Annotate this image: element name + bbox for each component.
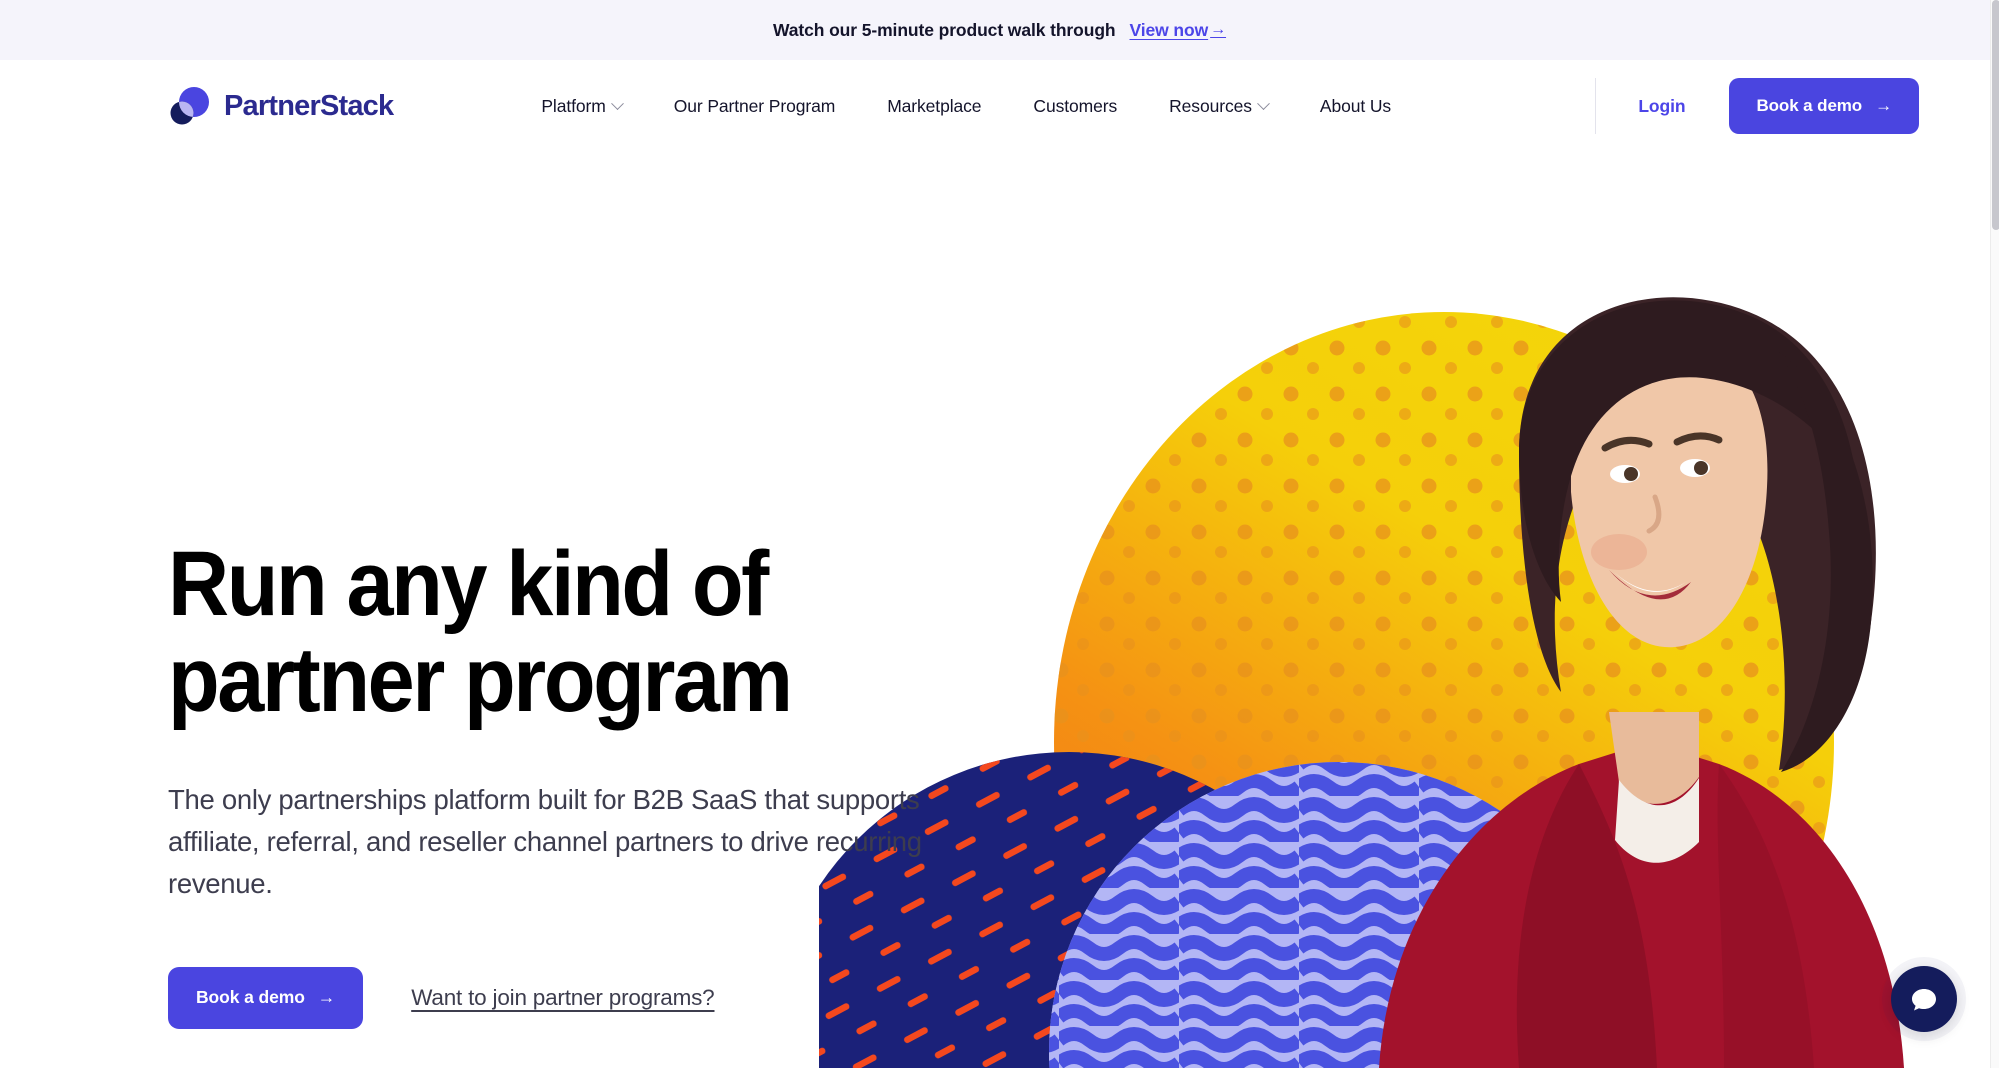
announcement-link-label: View now [1129, 19, 1209, 40]
header-book-a-demo-label: Book a demo [1756, 96, 1863, 115]
hero-title: Run any kind of partner program [168, 536, 932, 731]
chat-bubble-icon [1912, 989, 1936, 1011]
arrow-right-icon: → [1210, 21, 1227, 38]
hero-title-line-2: partner program [168, 628, 793, 731]
scrollbar-track[interactable] [1990, 0, 1999, 1068]
brand-wordmark: PartnerStack [224, 89, 394, 122]
nav-item-our-partner-program[interactable]: Our Partner Program [648, 96, 862, 117]
chat-widget-button[interactable] [1891, 966, 1957, 1032]
join-partner-programs-link[interactable]: Want to join partner programs? [411, 985, 715, 1011]
hero-section: Run any kind of partner program The only… [0, 152, 1999, 1068]
nav-item-platform[interactable]: Platform [515, 96, 647, 117]
header-actions: Login Book a demo → [1563, 60, 1919, 152]
arrow-right-icon: → [1875, 96, 1892, 115]
announcement-text: Watch our 5-minute product walk through [772, 19, 1116, 40]
nav-item-label: Customers [1033, 95, 1118, 116]
main-navigation: Platform Our Partner Program Marketplace… [515, 96, 1417, 117]
nav-item-marketplace[interactable]: Marketplace [861, 96, 1007, 117]
login-link[interactable]: Login [1638, 96, 1685, 117]
brand-logo[interactable]: PartnerStack [168, 85, 394, 127]
nav-item-label: About Us [1319, 95, 1392, 116]
partnerstack-logo-icon [168, 85, 210, 127]
hero-cta-group: Book a demo → Want to join partner progr… [168, 966, 998, 1029]
site-header: PartnerStack Platform Our Partner Progra… [0, 60, 1999, 152]
chevron-down-icon [610, 96, 624, 110]
chevron-down-icon [1257, 96, 1270, 110]
announcement-view-now-link[interactable]: View now → [1130, 20, 1227, 41]
nav-item-label: Marketplace [887, 95, 982, 116]
nav-item-customers[interactable]: Customers [1007, 96, 1143, 117]
hero-title-line-1: Run any kind of [168, 533, 769, 635]
arrow-right-icon: → [317, 987, 336, 1008]
nav-item-about-us[interactable]: About Us [1294, 96, 1417, 117]
announcement-bar: Watch our 5-minute product walk through … [0, 0, 1999, 60]
nav-item-label: Platform [541, 95, 606, 116]
hero-book-a-demo-label: Book a demo [196, 987, 305, 1008]
hero-subtitle: The only partnerships platform built for… [168, 784, 922, 899]
nav-item-label: Our Partner Program [673, 95, 836, 116]
hero-copy: Run any kind of partner program The only… [168, 536, 998, 1029]
scrollbar-thumb[interactable] [1992, 0, 1999, 230]
hero-book-a-demo-button[interactable]: Book a demo → [168, 966, 364, 1029]
nav-item-resources[interactable]: Resources [1143, 96, 1294, 117]
nav-item-label: Resources [1169, 95, 1252, 116]
header-divider [1595, 78, 1597, 134]
header-book-a-demo-button[interactable]: Book a demo → [1729, 78, 1919, 134]
